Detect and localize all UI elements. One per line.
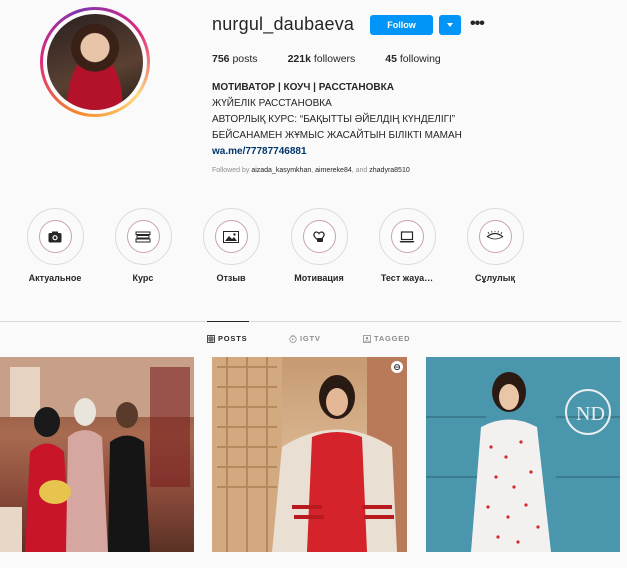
active-tab-indicator bbox=[207, 321, 249, 322]
post-image bbox=[212, 357, 407, 552]
profile-username: nurgul_daubaeva bbox=[212, 14, 355, 34]
posts-stat: 756 posts bbox=[212, 53, 258, 65]
bio-line-1: ЖҮЙЕЛІК РАССТАНОВКА bbox=[212, 98, 332, 109]
highlight-label: Мотивация bbox=[294, 273, 344, 283]
highlight-item[interactable]: Мотивация bbox=[289, 208, 349, 283]
bio-line-3: БЕЙСАНАМЕН ЖҰМЫС ЖАСАЙТЫН БІЛІКТІ МАМАН bbox=[212, 130, 462, 141]
avatar-image bbox=[47, 14, 143, 110]
highlight-ring bbox=[114, 208, 172, 265]
highlight-label: Отзыв bbox=[216, 273, 246, 283]
post-thumbnail[interactable]: ⊖ bbox=[212, 357, 407, 552]
profile-stats: 756 posts 221k followers 45 following bbox=[212, 53, 471, 65]
follow-button[interactable]: Follow bbox=[370, 15, 433, 35]
highlight-item[interactable]: Сұлулық bbox=[465, 208, 525, 283]
carousel-icon: ⊖ bbox=[391, 361, 403, 373]
grid-icon bbox=[207, 334, 215, 343]
highlight-ring bbox=[466, 208, 524, 265]
highlight-item[interactable]: Тест жауа… bbox=[377, 208, 437, 283]
profile-bio: МОТИВАТОР | КОУЧ | РАССТАНОВКА ЖҮЙЕЛІК Р… bbox=[212, 80, 462, 160]
bio-link[interactable]: wa.me/77787746881 bbox=[212, 144, 462, 160]
highlight-disc bbox=[38, 220, 72, 253]
svg-text:ND: ND bbox=[576, 403, 605, 425]
tab-label: TAGGED bbox=[374, 334, 411, 343]
chevron-down-icon bbox=[447, 23, 453, 27]
highlight-item[interactable]: Отзыв bbox=[201, 208, 261, 283]
post-image: ND bbox=[426, 357, 620, 552]
bio-name: МОТИВАТОР | КОУЧ | РАССТАНОВКА bbox=[212, 82, 394, 93]
tab-label: IGTV bbox=[300, 334, 321, 343]
followed-by-user[interactable]: zhadyra8510 bbox=[369, 167, 409, 174]
post-image bbox=[0, 357, 194, 552]
tag-icon bbox=[363, 334, 371, 343]
suggested-dropdown-button[interactable] bbox=[439, 15, 461, 35]
bio-line-2: АВТОРЛЫҚ КУРС: “БАҚЫТТЫ ӘЙЕЛДІҢ КҮНДЕЛІГ… bbox=[212, 114, 456, 125]
highlight-label: Актуальное bbox=[28, 273, 82, 283]
highlight-ring bbox=[378, 208, 436, 265]
followed-by-separator: , bbox=[311, 167, 314, 174]
post-thumbnail[interactable]: ND bbox=[426, 357, 620, 552]
avatar-inner bbox=[43, 10, 147, 114]
tab-label: POSTS bbox=[218, 334, 248, 343]
tab-posts[interactable]: POSTS bbox=[207, 334, 247, 343]
laptop-icon bbox=[399, 230, 415, 242]
profile-avatar[interactable] bbox=[40, 7, 150, 117]
heart-hand-icon bbox=[313, 231, 325, 242]
highlight-disc bbox=[478, 220, 512, 253]
highlight-label: Тест жауа… bbox=[380, 273, 434, 283]
highlight-disc bbox=[390, 220, 424, 253]
followed-by-user[interactable]: aimereke84 bbox=[315, 167, 352, 174]
photo-icon bbox=[223, 230, 239, 243]
highlight-label: Сұлулық bbox=[475, 273, 515, 283]
followers-stat[interactable]: 221k followers bbox=[288, 53, 356, 65]
highlight-disc bbox=[302, 220, 336, 253]
highlight-ring bbox=[202, 208, 260, 265]
followed-by-separator: , and bbox=[351, 167, 368, 174]
following-label: following bbox=[399, 53, 441, 65]
more-options-button[interactable]: ••• bbox=[470, 16, 485, 32]
followed-by[interactable]: Followed by aizada_kasymkhan, aimereke84… bbox=[212, 167, 410, 174]
followed-by-user[interactable]: aizada_kasymkhan bbox=[251, 167, 311, 174]
highlight-item[interactable]: Курс bbox=[113, 208, 173, 283]
followers-count: 221k bbox=[287, 53, 311, 65]
highlight-label: Курс bbox=[132, 273, 154, 283]
igtv-icon bbox=[289, 334, 297, 343]
following-stat[interactable]: 45 following bbox=[385, 53, 440, 65]
books-icon bbox=[135, 231, 151, 242]
followed-by-prefix: Followed by bbox=[212, 167, 250, 174]
posts-label: posts bbox=[232, 53, 258, 65]
eye-icon bbox=[486, 231, 504, 240]
posts-count: 756 bbox=[212, 53, 230, 65]
highlight-item[interactable]: Актуальное bbox=[25, 208, 85, 283]
highlight-ring bbox=[26, 208, 84, 265]
highlight-ring bbox=[290, 208, 348, 265]
following-count: 45 bbox=[385, 53, 397, 65]
highlight-disc bbox=[214, 220, 248, 253]
camera-icon bbox=[48, 231, 62, 242]
tab-igtv[interactable]: IGTV bbox=[289, 334, 321, 343]
followers-label: followers bbox=[313, 53, 356, 65]
tab-tagged[interactable]: TAGGED bbox=[363, 334, 410, 343]
post-thumbnail[interactable] bbox=[0, 357, 194, 552]
tabs-divider bbox=[0, 321, 621, 322]
highlight-disc bbox=[126, 220, 160, 253]
